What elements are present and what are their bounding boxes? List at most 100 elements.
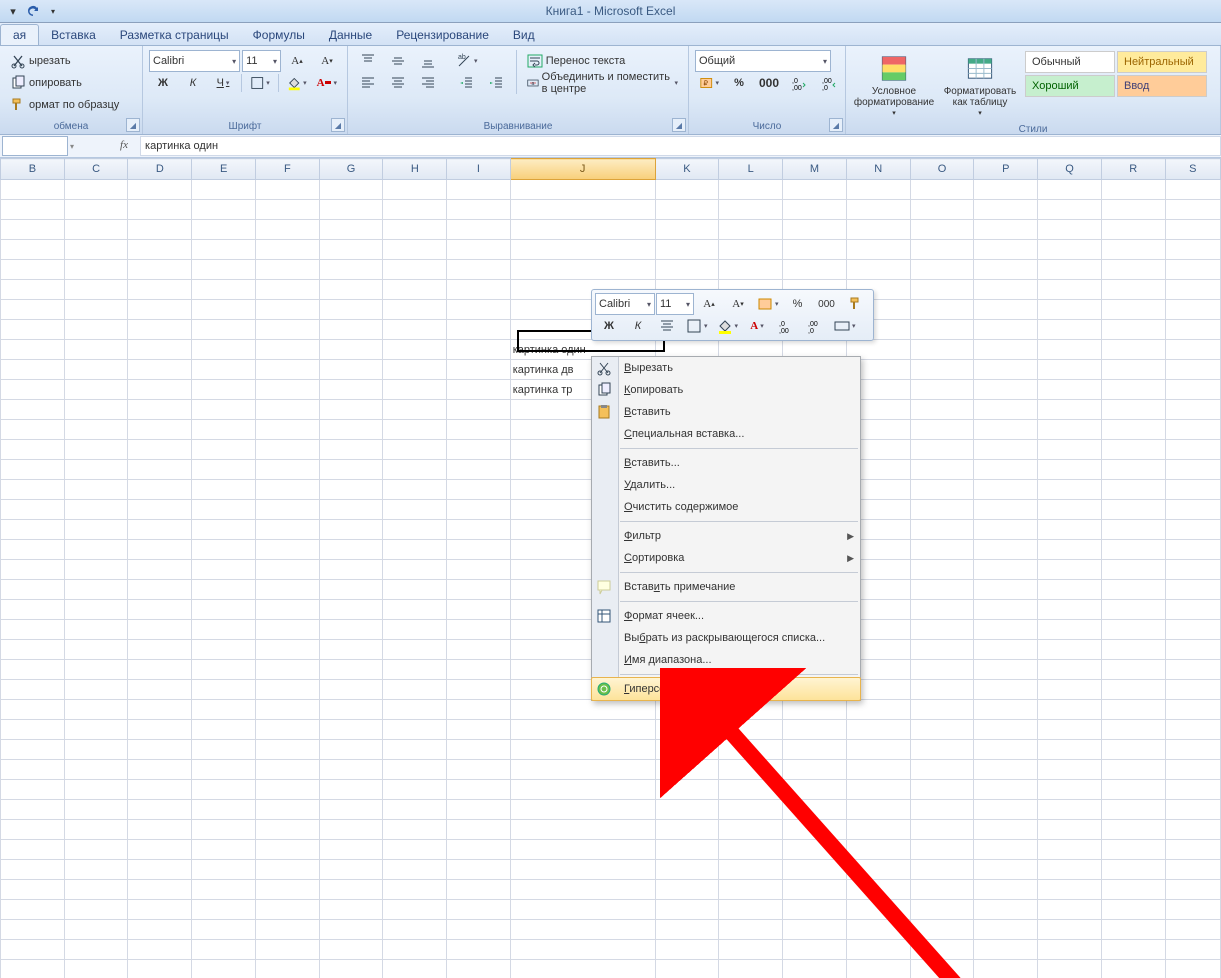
cell[interactable]: [192, 740, 256, 760]
cell[interactable]: [1, 220, 65, 240]
col-header-G[interactable]: G: [319, 159, 383, 180]
cell[interactable]: [974, 620, 1038, 640]
cell[interactable]: [447, 740, 510, 760]
cell[interactable]: [974, 900, 1038, 920]
cell[interactable]: [1165, 340, 1220, 360]
cell[interactable]: [1, 320, 65, 340]
cell[interactable]: [1, 580, 65, 600]
cell[interactable]: [1038, 260, 1102, 280]
cell[interactable]: [192, 880, 256, 900]
cell[interactable]: [64, 700, 128, 720]
cell[interactable]: [1, 660, 65, 680]
mini-border[interactable]: [682, 315, 712, 337]
cell[interactable]: [1101, 560, 1165, 580]
cell[interactable]: [1101, 800, 1165, 820]
cell[interactable]: [1, 740, 65, 760]
cell[interactable]: [192, 400, 256, 420]
ctx--[interactable]: Вставить примечание: [592, 576, 860, 598]
cell[interactable]: [1101, 400, 1165, 420]
cell[interactable]: [1165, 600, 1220, 620]
cell[interactable]: [1, 560, 65, 580]
cell[interactable]: [974, 680, 1038, 700]
cell[interactable]: [319, 840, 383, 860]
cell[interactable]: [447, 340, 510, 360]
cell[interactable]: [1165, 420, 1220, 440]
cell[interactable]: [64, 900, 128, 920]
cell[interactable]: [1, 940, 65, 960]
cell[interactable]: [655, 220, 719, 240]
cell[interactable]: [1038, 480, 1102, 500]
cell[interactable]: [510, 800, 655, 820]
col-header-I[interactable]: I: [447, 159, 510, 180]
mini-percent[interactable]: %: [784, 293, 812, 315]
cell[interactable]: [1038, 640, 1102, 660]
cell[interactable]: [255, 500, 319, 520]
cell[interactable]: [1038, 180, 1102, 200]
number-dialog-launcher[interactable]: ◢: [829, 118, 843, 132]
cell[interactable]: [782, 820, 846, 840]
cell[interactable]: [510, 880, 655, 900]
cell[interactable]: [1, 500, 65, 520]
cell[interactable]: [1101, 360, 1165, 380]
cell[interactable]: [64, 680, 128, 700]
cell[interactable]: [383, 620, 447, 640]
cell[interactable]: [846, 720, 910, 740]
cell[interactable]: [1165, 480, 1220, 500]
mini-merge[interactable]: [830, 315, 860, 337]
cell[interactable]: [846, 700, 910, 720]
qat-redo[interactable]: [24, 2, 42, 20]
cell[interactable]: [910, 240, 974, 260]
cell[interactable]: [447, 660, 510, 680]
cell[interactable]: [510, 260, 655, 280]
percent-button[interactable]: %: [725, 72, 753, 94]
cell[interactable]: [719, 940, 783, 960]
col-header-H[interactable]: H: [383, 159, 447, 180]
cell[interactable]: [910, 880, 974, 900]
cell[interactable]: [1038, 960, 1102, 978]
cell[interactable]: [192, 360, 256, 380]
cell[interactable]: [719, 900, 783, 920]
cell[interactable]: [383, 900, 447, 920]
cell[interactable]: [319, 280, 383, 300]
cell[interactable]: [719, 820, 783, 840]
cell[interactable]: [192, 460, 256, 480]
cell[interactable]: [1165, 860, 1220, 880]
cell[interactable]: [974, 920, 1038, 940]
cell[interactable]: [447, 400, 510, 420]
merge-center-button[interactable]: aОбъединить и поместить в центре: [523, 72, 682, 94]
cell[interactable]: [192, 340, 256, 360]
cell[interactable]: [974, 740, 1038, 760]
cell[interactable]: [510, 920, 655, 940]
cell[interactable]: [319, 940, 383, 960]
cell[interactable]: [192, 480, 256, 500]
cell[interactable]: [910, 220, 974, 240]
cell[interactable]: [128, 780, 192, 800]
copy-button[interactable]: опировать: [6, 72, 86, 94]
cell[interactable]: [510, 700, 655, 720]
cell[interactable]: [319, 740, 383, 760]
cell[interactable]: [447, 780, 510, 800]
cell[interactable]: [64, 360, 128, 380]
cell[interactable]: [655, 940, 719, 960]
cell[interactable]: [64, 880, 128, 900]
cell[interactable]: [1038, 200, 1102, 220]
cell[interactable]: [974, 840, 1038, 860]
cell[interactable]: [910, 660, 974, 680]
cell[interactable]: [255, 380, 319, 400]
cell[interactable]: [255, 440, 319, 460]
cell[interactable]: [383, 580, 447, 600]
cell[interactable]: [846, 240, 910, 260]
cell[interactable]: [128, 760, 192, 780]
cell[interactable]: [64, 740, 128, 760]
cell[interactable]: [319, 540, 383, 560]
col-header-K[interactable]: K: [655, 159, 719, 180]
cell[interactable]: [910, 280, 974, 300]
cell[interactable]: [192, 600, 256, 620]
cell[interactable]: [1038, 320, 1102, 340]
mini-fill-color[interactable]: [713, 315, 743, 337]
format-as-table-button[interactable]: Форматировать как таблицу▾: [938, 50, 1022, 122]
cell[interactable]: [447, 760, 510, 780]
cell[interactable]: [1165, 240, 1220, 260]
cell[interactable]: [910, 300, 974, 320]
cell[interactable]: [447, 880, 510, 900]
